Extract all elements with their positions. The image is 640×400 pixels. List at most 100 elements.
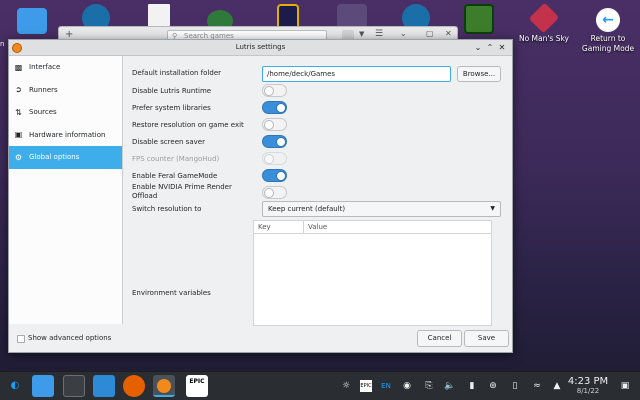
toggle-label: FPS counter (MangoHud) [132,155,220,163]
dialog-title: Lutris settings [235,43,286,51]
steam-tray-icon[interactable]: ◉ [401,380,413,392]
sidebar-item-label: Global options [29,153,80,162]
switch-knob [263,85,274,96]
sidebar-item-label: Interface [29,63,61,72]
disable-lutris-runtime-switch[interactable] [262,84,287,97]
lutris-logo-icon [12,43,22,53]
desktop-edge-label: n [0,40,5,48]
sidebar-item-global-options[interactable]: ⚙ Global options [9,146,122,169]
file-manager-icon[interactable] [32,375,54,397]
install-folder-input[interactable]: /home/deck/Games [262,66,451,82]
show-desktop-icon[interactable]: ▣ [619,380,631,392]
clipboard-icon[interactable]: ⎘ [423,380,435,392]
feral-gamemode-switch[interactable] [262,169,287,182]
volume-icon[interactable]: 🔈 [444,380,456,392]
disable-screen-saver-switch[interactable] [262,135,287,148]
epic-games-icon[interactable]: EPIC [186,375,208,397]
monitor-icon: ▣ [14,130,23,140]
language-indicator[interactable]: EN [379,380,393,392]
application-launcher-icon[interactable]: ◐ [4,375,26,397]
retro-game-icon [464,4,494,34]
switch-resolution-select[interactable]: Keep current (default) ▼ [262,201,501,217]
firefox-icon[interactable] [123,375,145,397]
switch-knob [263,119,274,130]
discover-store-icon[interactable] [93,375,115,397]
dialog-titlebar[interactable]: Lutris settings ⌄ ⌃ ✕ [9,40,512,56]
sidebar-item-label: Sources [29,108,57,117]
sidebar-item-label: Hardware information [29,130,106,139]
select-value: Keep current (default) [268,205,346,213]
sidebar-item-label: Runners [29,85,58,94]
chevron-up-icon[interactable]: ⌃ [484,40,496,55]
folder-icon [17,8,47,34]
runners-icon: ➲ [15,85,22,95]
install-folder-label: Default installation folder [132,69,221,77]
return-arrow-icon: ← [596,8,620,32]
fps-counter-switch [262,152,287,165]
desktop-icon-return-gaming-mode[interactable]: ← Return to Gaming Mode [578,4,638,54]
toggle-label: Disable Lutris Runtime [132,87,212,95]
wifi-icon[interactable]: ≈ [531,380,543,392]
env-vars-label: Environment variables [132,289,211,297]
desktop-icon-label: Return to Gaming Mode [581,34,635,53]
close-icon[interactable]: ✕ [445,29,452,38]
switch-knob [275,136,286,147]
clock-date: 8/1/22 [576,387,600,395]
no-mans-sky-icon [528,2,560,34]
browse-button[interactable]: Browse... [457,66,501,82]
sidebar-item-hardware-information[interactable]: ▣ Hardware information [9,124,122,147]
show-advanced-label[interactable]: Show advanced options [28,334,111,342]
sources-icon: ⇅ [15,107,22,117]
battery-icon[interactable]: ▮ [466,380,478,392]
terminal-icon[interactable] [63,375,85,397]
close-icon[interactable]: ✕ [496,40,508,55]
switch-resolution-label: Switch resolution to [132,205,202,213]
chevron-down-icon[interactable]: ⌄ [472,40,484,55]
list-view-icon[interactable]: ☰ [375,29,383,39]
switch-knob [275,170,286,181]
global-options-panel: Default installation folder /home/deck/G… [123,56,512,326]
sidebar-item-sources[interactable]: ⇅ Sources [9,101,122,124]
prefer-system-libraries-switch[interactable] [262,101,287,114]
bluetooth-icon[interactable]: ⊛ [487,380,499,392]
chevron-down-icon[interactable]: ▼ [359,30,364,38]
toggle-label: Prefer system libraries [132,104,211,112]
minimize-icon[interactable]: ⌄ [400,29,407,38]
settings-sidebar: ▩ Interface ➲ Runners ⇅ Sources ▣ Hardwa… [9,56,123,324]
gear-icon: ⚙ [14,152,23,162]
sidebar-item-interface[interactable]: ▩ Interface [9,56,122,79]
switch-knob [263,153,274,164]
env-col-value[interactable]: Value [304,221,327,233]
env-table-header: Key Value [254,221,491,234]
battery-charging-icon[interactable]: ▯ [509,380,521,392]
save-button[interactable]: Save [464,330,509,347]
switch-knob [275,102,286,113]
env-vars-table[interactable]: Key Value [253,220,492,326]
desktop-icon-retro[interactable] [449,4,509,34]
clock-time: 4:23 PM [567,376,609,387]
nvidia-prime-switch[interactable] [262,186,287,199]
lutris-taskbar-icon[interactable] [153,375,175,397]
toggle-label: Restore resolution on game exit [132,121,244,129]
network-share-icon[interactable]: ☼ [340,380,352,392]
dialog-footer: Show advanced options Cancel Save [9,324,512,354]
toggle-label: Enable NVIDIA Prime Render Offload [132,183,232,200]
cancel-button[interactable]: Cancel [417,330,462,347]
desktop-icon-no-mans-sky[interactable]: No Man's Sky [514,2,574,44]
chevron-up-icon[interactable]: ▲ [551,380,563,392]
show-advanced-checkbox[interactable] [17,335,25,343]
clock[interactable]: 4:23 PM 8/1/22 [566,376,610,396]
maximize-icon[interactable]: ▢ [426,29,434,38]
dropdown-arrow-icon: ▼ [490,205,495,212]
sidebar-item-runners[interactable]: ➲ Runners [9,79,122,102]
toggle-label: Enable Feral GameMode [132,172,218,180]
lutris-logo-icon [157,379,171,393]
lutris-settings-dialog: Lutris settings ⌄ ⌃ ✕ ▩ Interface ➲ Runner… [8,39,513,353]
restore-resolution-switch[interactable] [262,118,287,131]
desktop-icon-folder[interactable] [2,4,62,34]
desktop-icon-label: No Man's Sky [518,34,570,43]
toggle-label: Disable screen saver [132,138,205,146]
epic-tray-icon[interactable]: EPIC [360,380,372,392]
env-col-key[interactable]: Key [254,221,304,233]
switch-knob [263,187,274,198]
